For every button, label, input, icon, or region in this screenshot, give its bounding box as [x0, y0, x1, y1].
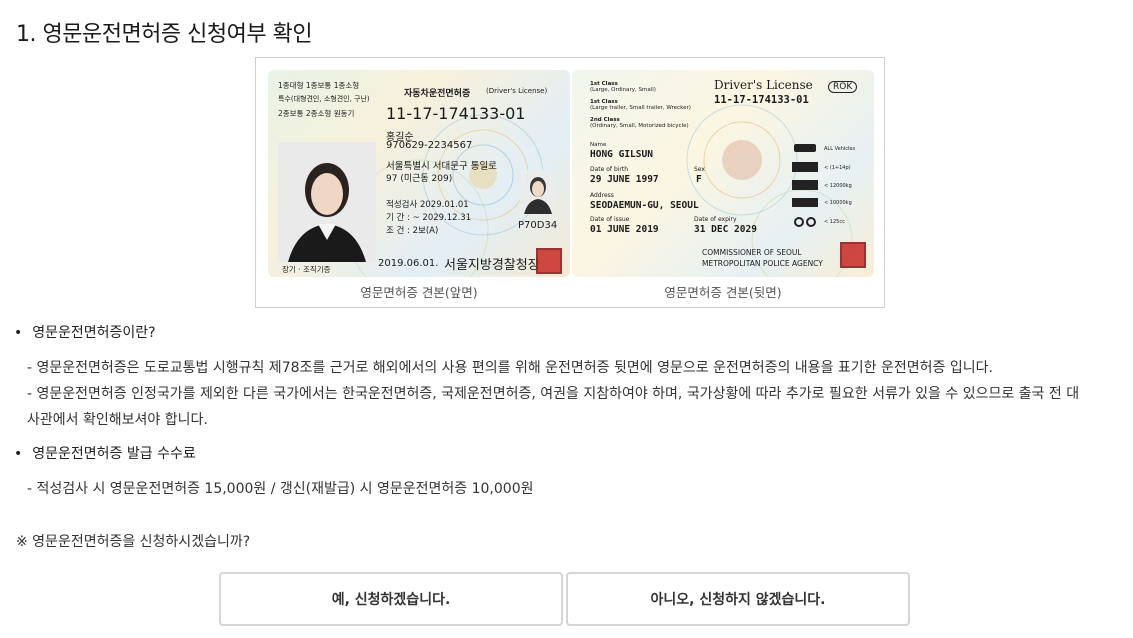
- truck-icon: [792, 180, 818, 190]
- official-seal-icon: [536, 248, 562, 274]
- vehicle-class-4: < 10000kg: [824, 200, 852, 206]
- front-card-caption: 영문면허증 견본(앞면): [360, 285, 478, 300]
- back-card-caption: 영문면허증 견본(뒷면): [664, 285, 782, 300]
- license-front-card: 1종대형 1종보통 1종소형 특수(대형견인, 소형견인, 구난) 2종보통 2…: [268, 70, 570, 277]
- apply-no-button[interactable]: 아니오, 신청하지 않겠습니다.: [566, 572, 910, 626]
- apply-yes-button[interactable]: 예, 신청하겠습니다.: [219, 572, 563, 626]
- vehicle-class-3: < 12000kg: [824, 183, 852, 189]
- commissioner-line-2: METROPOLITAN POLICE AGENCY: [702, 259, 823, 268]
- holder-address-2: 97 (미근동 209): [386, 174, 453, 184]
- apply-question: ※ 영문운전면허증을 신청하시겠습니까?: [16, 534, 251, 550]
- expiry-label: Date of expiry: [694, 216, 737, 223]
- holder-address-1: 서울특별시 서대문구 통일로: [386, 161, 497, 172]
- motorcycle-icon: [794, 217, 804, 227]
- front-license-number: 11-17-174133-01: [386, 104, 526, 123]
- section-heading-fee: 영문운전면허증 발급 수수료: [14, 443, 195, 463]
- holder-sex: F: [696, 174, 702, 185]
- section1-line-2: - 영문운전면허증 인정국가를 제외한 다른 국가에서는 한국운전면허증, 국제…: [27, 386, 1080, 402]
- car-icon: [794, 144, 816, 152]
- expiry-date-en: 31 DEC 2029: [694, 224, 757, 235]
- aptitude-test: 적성검사 2029.01.01: [386, 200, 469, 210]
- class-line-1: 1종대형 1종보통 1종소형: [278, 81, 360, 90]
- class2-desc: (Ordinary, Small, Motorized bicycle): [590, 123, 689, 129]
- back-header: Driver's License: [714, 78, 813, 92]
- back-license-number: 11-17-174133-01: [714, 94, 809, 106]
- section2-line-1: - 적성검사 시 영문운전면허증 15,000원 / 갱신(재발급) 시 영문운…: [27, 481, 534, 497]
- issue-date-en: 01 JUNE 2019: [590, 224, 659, 235]
- holder-id-number: 970629-2234567: [386, 140, 473, 151]
- front-header-kr: 자동차운전면허증: [404, 89, 471, 99]
- issue-label: Date of issue: [590, 216, 630, 223]
- license-back-card: 1st Class (Large, Ordinary, Small) 1st C…: [572, 70, 874, 277]
- vehicle-icons: [792, 144, 818, 227]
- bus-icon: [792, 162, 818, 172]
- address-label: Address: [590, 192, 614, 199]
- front-header-en: (Driver's License): [486, 87, 548, 95]
- section-heading-what-is: 영문운전면허증이란?: [14, 322, 155, 342]
- class-line-2: 특수(대형견인, 소형견인, 구난): [278, 95, 370, 103]
- organ-donor-label: 장기 · 조직기증: [282, 265, 331, 274]
- holder-photo-ghost: [520, 170, 556, 214]
- valid-period: 기 간 : ~ 2029.12.31: [386, 213, 472, 223]
- section1-line-1: - 영문운전면허증은 도로교통법 시행규칙 제78조를 근거로 해외에서의 사용…: [27, 360, 993, 376]
- holder-photo: [278, 142, 376, 262]
- country-badge: ROK: [828, 81, 858, 93]
- page-title: 1. 영문운전면허증 신청여부 확인: [16, 22, 313, 47]
- license-sample-frame: 1종대형 1종보통 1종소형 특수(대형견인, 소형견인, 구난) 2종보통 2…: [255, 57, 885, 308]
- name-label: Name: [590, 142, 607, 148]
- front-issue-date: 2019.06.01.: [378, 258, 439, 269]
- vehicle-class-1: ALL Vehicles: [824, 146, 856, 152]
- class1b-desc: (Large trailer, Small trailer, Wrecker): [590, 105, 691, 111]
- class1-desc: (Large, Ordinary, Small): [590, 87, 656, 93]
- holder-dob: 29 JUNE 1997: [590, 174, 659, 185]
- card-serial: P70D34: [518, 220, 558, 231]
- holder-name-en: HONG GILSUN: [590, 149, 653, 160]
- sex-label: Sex: [694, 166, 705, 173]
- official-seal-icon-back: [840, 242, 866, 268]
- trailer-icon: [792, 198, 818, 207]
- license-condition: 조 건 : 2보(A): [386, 226, 439, 236]
- section1-line-3: 사관에서 확인해보셔야 합니다.: [27, 412, 208, 428]
- class-line-3: 2종보통 2종소형 원동기: [278, 109, 355, 118]
- issuing-authority: 서울지방경찰청장: [444, 258, 540, 273]
- commissioner-line-1: COMMISSIONER OF SEOUL: [702, 248, 802, 257]
- vehicle-class-2: < (1+14p): [824, 165, 851, 171]
- holder-address-en: SEODAEMUN-GU, SEOUL: [590, 200, 699, 211]
- vehicle-class-5: < 125cc: [824, 219, 845, 225]
- dob-label: Date of birth: [590, 166, 629, 173]
